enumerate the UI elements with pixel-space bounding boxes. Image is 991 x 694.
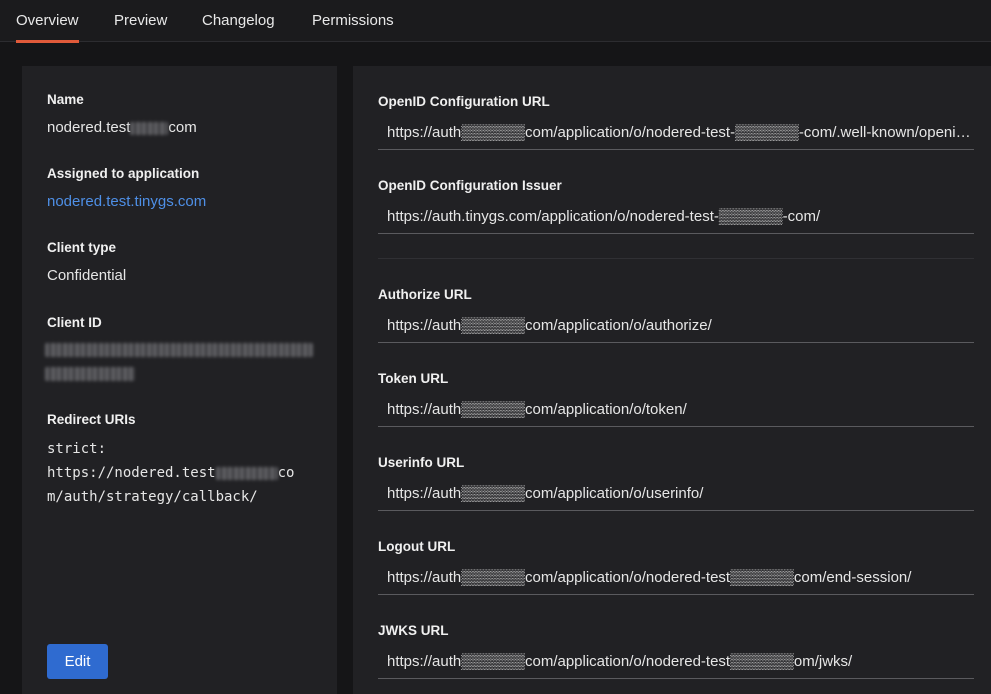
tab-permissions[interactable]: Permissions [312, 0, 394, 42]
assigned-application-link[interactable]: nodered.test.tinygs.com [47, 193, 206, 210]
redirect-uris-label: Redirect URIs [47, 412, 136, 427]
authorize-url-field[interactable]: https://auth▒▒▒▒▒▒com/application/o/auth… [378, 309, 974, 343]
jwks-url-field[interactable]: https://auth▒▒▒▒▒▒com/application/o/node… [378, 645, 974, 679]
name-label: Name [47, 92, 84, 107]
client-type-label: Client type [47, 240, 117, 255]
token-url-field[interactable]: https://auth▒▒▒▒▒▒com/application/o/toke… [378, 393, 974, 427]
client-id-redacted-line2 [45, 367, 135, 381]
edit-button[interactable]: Edit [47, 644, 108, 679]
openid-config-url-label: OpenID Configuration URL [378, 94, 550, 109]
section-divider [378, 258, 974, 259]
jwks-url-label: JWKS URL [378, 623, 449, 638]
authorize-url-label: Authorize URL [378, 287, 472, 302]
userinfo-url-field[interactable]: https://auth▒▒▒▒▒▒com/application/o/user… [378, 477, 974, 511]
redirect-uris-line3: m/auth/strategy/callback/ [47, 489, 258, 505]
client-type-value: Confidential [47, 267, 127, 284]
userinfo-url-label: Userinfo URL [378, 455, 465, 470]
name-suffix: com [168, 119, 197, 136]
redirect-uris-line2: https://nodered.test co [47, 461, 294, 485]
client-id-label: Client ID [47, 315, 102, 330]
redirect-prefix: https://nodered.test [47, 465, 216, 481]
redirect-uris-line1: strict: [47, 441, 107, 457]
tab-overview[interactable]: Overview [16, 0, 79, 43]
client-id-redacted [45, 343, 313, 357]
endpoints-panel: OpenID Configuration URL https://auth▒▒▒… [353, 66, 991, 694]
openid-config-url-field[interactable]: https://auth▒▒▒▒▒▒com/application/o/node… [378, 116, 974, 150]
redacted-blur [215, 466, 278, 480]
name-value: nodered.test com [47, 119, 197, 136]
assigned-label: Assigned to application [47, 166, 200, 181]
openid-issuer-field[interactable]: https://auth.tinygs.com/application/o/no… [378, 200, 974, 234]
tab-preview[interactable]: Preview [114, 0, 167, 42]
token-url-label: Token URL [378, 371, 449, 386]
redirect-suffix: co [277, 465, 295, 481]
tab-changelog[interactable]: Changelog [202, 0, 275, 42]
openid-issuer-label: OpenID Configuration Issuer [378, 178, 562, 193]
redacted-blur [130, 121, 169, 135]
name-prefix: nodered.test [47, 119, 131, 136]
logout-url-field[interactable]: https://auth▒▒▒▒▒▒com/application/o/node… [378, 561, 974, 595]
logout-url-label: Logout URL [378, 539, 456, 554]
details-panel: Name nodered.test com Assigned to applica… [22, 66, 337, 694]
tab-bar: Overview Preview Changelog Permissions [0, 0, 991, 43]
